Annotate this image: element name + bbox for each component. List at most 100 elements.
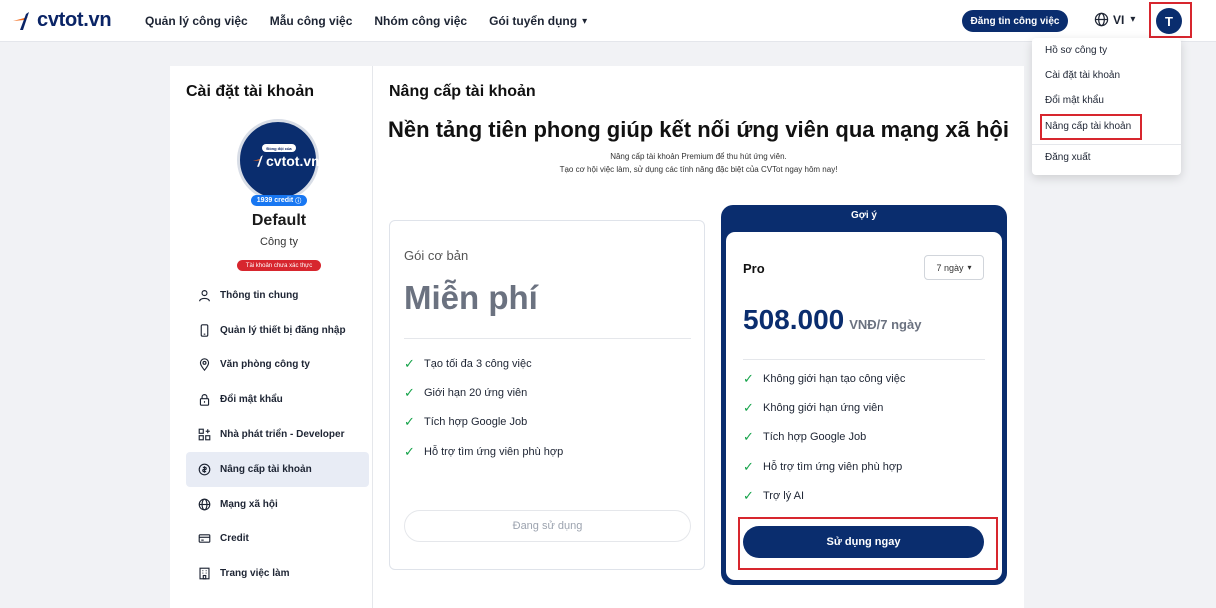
plan-feature: ✓ Không giới hạn ứng viên	[743, 393, 905, 422]
plan-feature: ✓ Tạo tối đa 3 công việc	[404, 349, 563, 378]
globe-icon	[1094, 12, 1109, 27]
plan-feature: ✓ Trợ lý AI	[743, 482, 905, 511]
sidebar-item-developer[interactable]: Nhà phát triển - Developer	[186, 417, 369, 452]
check-icon: ✓	[404, 385, 415, 401]
building-icon	[199, 567, 210, 580]
check-icon: ✓	[743, 488, 754, 504]
menu-item-company-profile[interactable]: Hồ sơ công ty	[1045, 45, 1107, 56]
location-icon	[199, 358, 210, 372]
feature-text: Hỗ trợ tìm ứng viên phù hợp	[424, 445, 564, 458]
upgrade-menu-highlight-box	[1040, 114, 1142, 140]
info-icon: ⓘ	[295, 199, 302, 205]
plan-price: Miễn phí	[404, 279, 538, 316]
company-type: Công ty	[260, 236, 298, 248]
sidebar-item-label: Đổi mật khẩu	[220, 394, 283, 406]
menu-item-account-settings[interactable]: Cài đặt tài khoản	[1045, 70, 1120, 81]
current-plan-button[interactable]: Đang sử dụng	[404, 510, 691, 542]
feature-text: Tạo tối đa 3 công việc	[424, 357, 532, 370]
check-icon: ✓	[743, 400, 754, 416]
logo-mark-icon	[13, 11, 29, 30]
sidebar-item-change-password[interactable]: Đổi mật khẩu	[186, 382, 369, 417]
sidebar-item-label: Nhà phát triển - Developer	[220, 429, 345, 441]
sidebar-item-label: Trang việc làm	[220, 568, 290, 580]
globe-icon	[198, 498, 211, 511]
plan-price: 508.000 VNĐ/7 ngày	[743, 304, 921, 336]
brand-logo[interactable]: cvtot.vn	[12, 9, 112, 32]
check-icon: ✓	[743, 370, 754, 386]
nav-link-recruitment-packages[interactable]: Gói tuyển dụng ▾	[489, 14, 587, 28]
duration-value: 7 ngày	[936, 262, 964, 273]
device-icon	[200, 323, 209, 337]
promo-headline: Nền tảng tiên phong giúp kết nối ứng viê…	[388, 117, 1009, 142]
plan-feature-list: ✓ Tạo tối đa 3 công việc ✓ Giới hạn 20 ứng…	[404, 349, 563, 467]
sidebar-item-upgrade-account[interactable]: Nâng cấp tài khoản	[186, 451, 369, 487]
language-selector[interactable]: VI ▾	[1094, 12, 1135, 27]
feature-text: Hỗ trợ tìm ứng viên phù hợp	[763, 460, 903, 473]
avatar-highlight-box	[1149, 2, 1192, 38]
check-icon: ✓	[743, 429, 754, 445]
sidebar-item-credit[interactable]: Credit	[186, 522, 369, 557]
credit-text: 1939 credit	[256, 197, 294, 204]
language-label: VI	[1113, 12, 1125, 27]
use-now-highlight-box	[738, 517, 998, 570]
logo-wordmark: cvtot.vn	[252, 153, 320, 169]
feature-text: Tích hợp Google Job	[424, 416, 528, 429]
user-dropdown-menu: Hồ sơ công ty Cài đặt tài khoản Đổi mật …	[1032, 38, 1181, 175]
unverified-badge: Tài khoản chưa xác thực	[237, 260, 321, 271]
logo-text: cvtot.vn	[37, 9, 112, 31]
check-icon: ✓	[404, 443, 415, 459]
sidebar-item-general-info[interactable]: Thông tin chung	[186, 278, 369, 313]
sidebar-item-label: Credit	[220, 533, 249, 545]
nav-link-label: Gói tuyển dụng	[489, 14, 578, 28]
price-amount: 508.000	[743, 304, 845, 335]
sidebar-item-social[interactable]: Mạng xã hội	[186, 487, 369, 522]
plan-divider	[404, 338, 691, 339]
sidebar-item-devices[interactable]: Quản lý thiết bị đăng nhập	[186, 313, 369, 348]
chevron-down-icon: ▾	[1130, 14, 1136, 25]
settings-sidebar: Cài đặt tài khoản Đồng đội của cvtot.vn …	[170, 66, 373, 608]
plan-feature: ✓ Tích hợp Google Job	[404, 408, 563, 437]
sidebar-item-office[interactable]: Văn phòng công ty	[186, 348, 369, 383]
menu-item-change-password[interactable]: Đổi mật khẩu	[1045, 95, 1104, 106]
price-unit: VNĐ/7 ngày	[849, 317, 922, 332]
plan-feature: ✓ Hỗ trợ tìm ứng viên phù hợp	[743, 452, 905, 481]
plan-feature: ✓ Không giới hạn tạo công việc	[743, 364, 905, 393]
sidebar-item-jobs-page[interactable]: Trang việc làm	[186, 556, 369, 591]
plan-feature: ✓ Hỗ trợ tìm ứng viên phù hợp	[404, 437, 563, 466]
duration-select[interactable]: 7 ngày ▾	[924, 255, 984, 280]
sidebar-item-label: Thông tin chung	[220, 289, 299, 301]
logo-badge: Đồng đội của	[262, 144, 296, 152]
plan-name: Pro	[743, 261, 765, 276]
logo-mark-icon	[252, 155, 263, 167]
feature-text: Không giới hạn tạo công việc	[763, 372, 906, 385]
sidebar-item-label: Mạng xã hội	[220, 498, 278, 510]
plan-feature-list: ✓ Không giới hạn tạo công việc ✓ Không giớ…	[743, 364, 905, 511]
company-name: Default	[251, 212, 307, 229]
menu-item-logout[interactable]: Đăng xuất	[1045, 152, 1091, 163]
check-icon: ✓	[743, 458, 754, 474]
sidebar-item-label: Nâng cấp tài khoản	[220, 463, 312, 475]
user-icon	[199, 289, 210, 302]
check-icon: ✓	[404, 414, 415, 430]
nav-link-job-management[interactable]: Quản lý công việc	[145, 14, 248, 28]
nav-link-job-groups[interactable]: Nhóm công việc	[374, 14, 467, 28]
plan-feature: ✓ Giới hạn 20 ứng viên	[404, 378, 563, 407]
page-title: Nâng cấp tài khoản	[389, 83, 536, 100]
company-logo: Đồng đội của cvtot.vn	[237, 119, 320, 201]
plan-label: Gói cơ bản	[404, 248, 469, 263]
sidebar-title: Cài đặt tài khoản	[186, 83, 315, 100]
feature-text: Tích hợp Google Job	[763, 431, 867, 444]
logo-wordmark-text: cvtot.vn	[266, 153, 320, 169]
nav-link-job-templates[interactable]: Mẫu công việc	[270, 14, 353, 28]
menu-divider	[1032, 144, 1181, 145]
promo-subtitle-2: Tạo cơ hội việc làm, sử dụng các tính nă…	[559, 165, 838, 174]
check-icon: ✓	[404, 355, 415, 371]
chevron-down-icon: ▾	[967, 263, 972, 272]
post-job-button[interactable]: Đăng tin công việc	[962, 10, 1068, 32]
lock-icon	[199, 394, 210, 407]
credit-badge[interactable]: 1939 credit ⓘ	[251, 195, 307, 206]
chevron-down-icon: ▾	[582, 15, 588, 27]
feature-text: Giới hạn 20 ứng viên	[424, 387, 528, 400]
feature-text: Trợ lý AI	[763, 490, 805, 503]
plan-feature: ✓ Tích hợp Google Job	[743, 423, 905, 452]
